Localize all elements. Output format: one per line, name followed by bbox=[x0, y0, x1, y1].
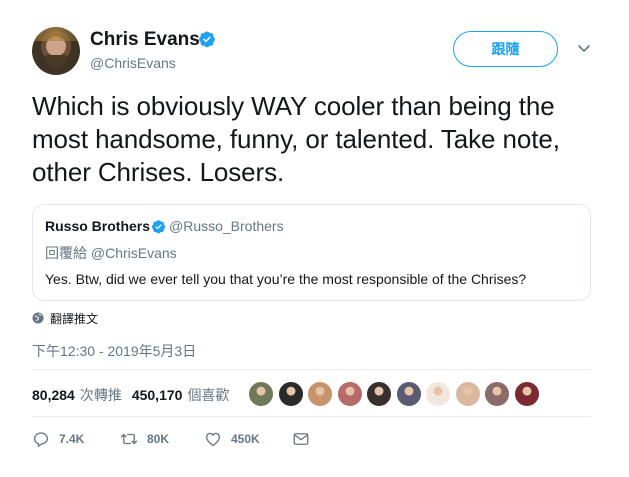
liker-avatar[interactable] bbox=[366, 381, 392, 407]
tweet-text: Which is obviously WAY cooler than being… bbox=[32, 91, 560, 187]
retweet-button[interactable]: 80K bbox=[120, 430, 204, 448]
divider bbox=[32, 369, 591, 370]
liker-avatar[interactable] bbox=[248, 381, 274, 407]
retweet-icon bbox=[120, 433, 138, 445]
direct-message-button[interactable] bbox=[292, 430, 310, 448]
liker-avatar[interactable] bbox=[454, 381, 481, 407]
liker-avatar[interactable] bbox=[307, 381, 333, 407]
timestamp[interactable]: 下午12:30 - 2019年5月3日 bbox=[32, 341, 196, 361]
translate-tweet-link[interactable]: 翻譯推文 bbox=[32, 310, 98, 326]
tweet-stats: 80,284 次轉推 450,170 個喜歡 bbox=[32, 380, 239, 410]
translate-label[interactable]: 翻譯推文 bbox=[50, 310, 98, 327]
likes-count: 450,170 bbox=[131, 387, 183, 403]
retweet-count: 80K bbox=[147, 432, 170, 446]
verified-badge-icon bbox=[151, 220, 166, 234]
chevron-down-icon[interactable] bbox=[576, 40, 592, 56]
heart-icon bbox=[205, 432, 221, 447]
liker-avatar[interactable] bbox=[425, 381, 451, 407]
handle[interactable]: @ChrisEvans bbox=[90, 55, 176, 71]
reply-icon bbox=[33, 432, 49, 447]
verified-badge-icon bbox=[199, 31, 215, 48]
reply-button[interactable]: 7.4K bbox=[32, 430, 120, 448]
display-name[interactable]: Chris Evans bbox=[90, 29, 200, 51]
quoted-reply-to: 回覆給 @ChrisEvans bbox=[45, 245, 177, 261]
likes-label: 個喜歡 bbox=[187, 387, 230, 403]
like-button[interactable]: 450K bbox=[204, 430, 292, 448]
retweets-stat[interactable]: 80,284 次轉推 bbox=[32, 385, 122, 405]
reply-count: 7.4K bbox=[59, 432, 85, 446]
retweets-count: 80,284 bbox=[32, 387, 75, 403]
likes-stat[interactable]: 450,170 個喜歡 bbox=[132, 385, 230, 405]
liker-avatar[interactable] bbox=[484, 381, 510, 407]
retweets-label: 次轉推 bbox=[79, 387, 122, 403]
globe-icon bbox=[32, 312, 44, 324]
liker-avatar[interactable] bbox=[336, 381, 363, 407]
tweet-actions: 7.4K 80K 450K bbox=[32, 428, 310, 450]
quoted-display-name: Russo Brothers bbox=[45, 218, 151, 234]
quoted-tweet[interactable]: Russo Brothers @Russo_Brothers 回覆給 @Chri… bbox=[32, 204, 591, 301]
dm-icon bbox=[293, 433, 309, 445]
divider bbox=[32, 416, 591, 417]
liker-avatar[interactable] bbox=[277, 381, 304, 407]
quoted-handle: @Russo_Brothers bbox=[169, 218, 284, 234]
like-count: 450K bbox=[231, 432, 260, 446]
follow-button[interactable]: 跟隨 bbox=[453, 31, 558, 67]
tweet-header: Chris Evans @ChrisEvans 跟隨 bbox=[32, 24, 602, 80]
quoted-text: Yes. Btw, did we ever tell you that you’… bbox=[45, 271, 527, 287]
liker-avatar[interactable] bbox=[395, 381, 422, 407]
avatar[interactable] bbox=[32, 27, 80, 75]
likers-avatars bbox=[248, 381, 543, 407]
liker-avatar[interactable] bbox=[513, 381, 540, 407]
